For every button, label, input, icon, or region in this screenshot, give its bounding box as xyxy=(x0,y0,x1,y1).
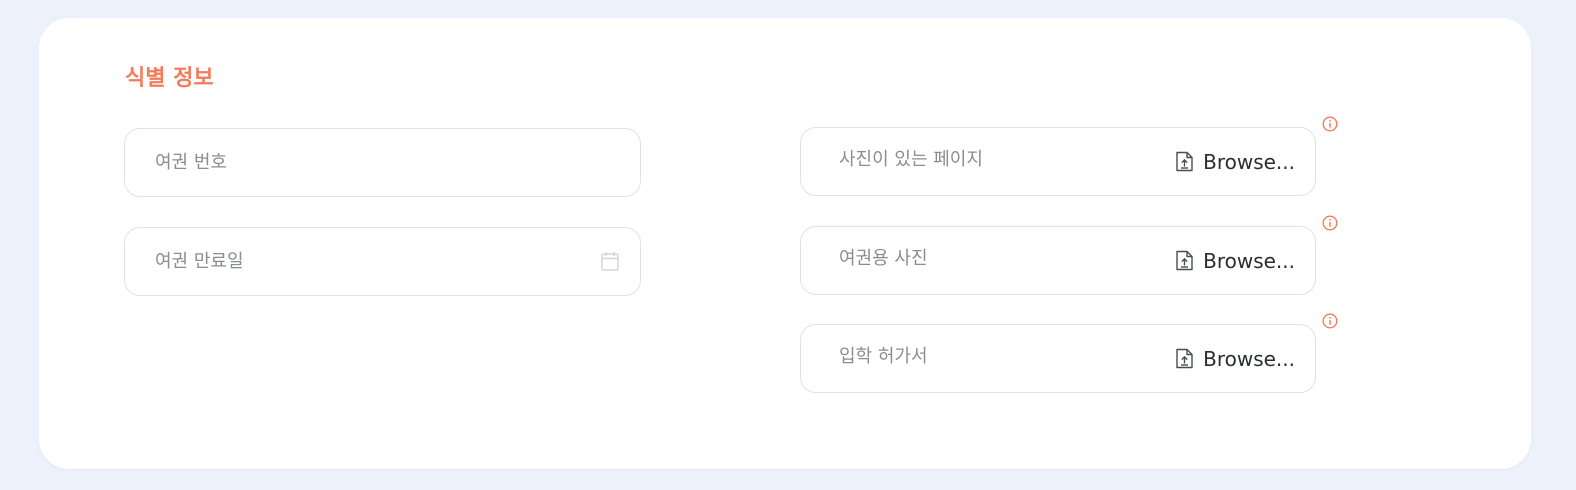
calendar-icon[interactable] xyxy=(601,251,619,271)
passport-photo-browse-button[interactable]: Browse... xyxy=(1176,227,1295,294)
section-title: 식별 정보 xyxy=(125,66,214,91)
passport-photo-placeholder: 여권용 사진 xyxy=(839,248,928,269)
passport-photo-upload-field[interactable]: 여권용 사진 Browse... xyxy=(800,226,1316,295)
admission-letter-upload-field[interactable]: 입학 허가서 Browse... xyxy=(800,324,1316,393)
photo-page-browse-button[interactable]: Browse... xyxy=(1176,128,1295,195)
photo-page-upload-field[interactable]: 사진이 있는 페이지 Browse... xyxy=(800,127,1316,196)
info-icon[interactable] xyxy=(1322,215,1338,231)
admission-letter-placeholder: 입학 허가서 xyxy=(839,346,928,367)
info-icon[interactable] xyxy=(1322,313,1338,329)
browse-label: Browse... xyxy=(1203,248,1295,273)
browse-label: Browse... xyxy=(1203,149,1295,174)
passport-number-field[interactable] xyxy=(124,128,641,197)
passport-expiry-input[interactable] xyxy=(155,228,575,295)
admission-letter-browse-button[interactable]: Browse... xyxy=(1176,325,1295,392)
photo-page-placeholder: 사진이 있는 페이지 xyxy=(839,149,983,170)
browse-label: Browse... xyxy=(1203,346,1295,371)
info-icon[interactable] xyxy=(1322,116,1338,132)
passport-number-input[interactable] xyxy=(155,129,615,196)
file-upload-icon xyxy=(1176,250,1193,271)
passport-expiry-field[interactable] xyxy=(124,227,641,296)
file-upload-icon xyxy=(1176,348,1193,369)
file-upload-icon xyxy=(1176,151,1193,172)
